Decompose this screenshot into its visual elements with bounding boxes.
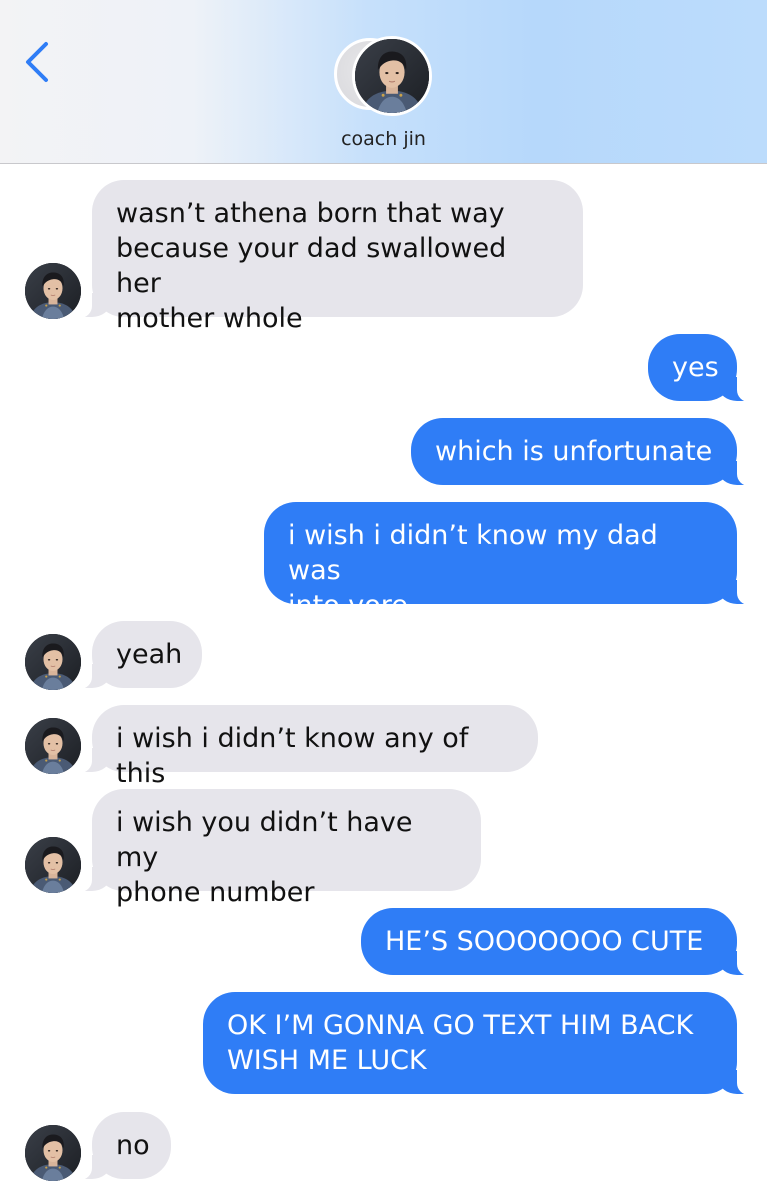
back-button[interactable] bbox=[18, 38, 58, 86]
message-bubble-incoming[interactable]: yeah bbox=[78, 621, 202, 689]
sender-avatar bbox=[25, 634, 81, 690]
sender-avatar bbox=[25, 837, 81, 893]
message-bubble-outgoing[interactable]: which is unfortunate bbox=[411, 418, 751, 486]
conversation-header: coach jin bbox=[0, 0, 767, 164]
sender-avatar bbox=[25, 718, 81, 774]
message-bubble-incoming[interactable]: wasn’t athena born that way because your… bbox=[78, 180, 583, 334]
message-bubble-incoming[interactable]: no bbox=[78, 1112, 171, 1180]
contact-avatar-group[interactable] bbox=[334, 36, 434, 116]
message-bubble-outgoing[interactable]: yes bbox=[648, 334, 751, 402]
message-bubble-incoming[interactable]: i wish i didn’t know any of this bbox=[78, 705, 538, 789]
message-bubble-incoming[interactable]: i wish you didn’t have my phone number bbox=[78, 789, 481, 908]
message-bubble-outgoing[interactable]: OK I’M GONNA GO TEXT HIM BACK WISH ME LU… bbox=[203, 992, 751, 1095]
message-bubble-outgoing[interactable]: i wish i didn’t know my dad was into vor… bbox=[264, 502, 751, 621]
contact-avatar bbox=[352, 36, 432, 116]
contact-name[interactable]: coach jin bbox=[0, 128, 767, 150]
sender-avatar bbox=[25, 263, 81, 319]
chevron-left-icon bbox=[26, 42, 48, 82]
message-bubble-outgoing[interactable]: HE’S SOOOOOOO CUTE bbox=[361, 908, 751, 976]
sender-avatar bbox=[25, 1125, 81, 1181]
